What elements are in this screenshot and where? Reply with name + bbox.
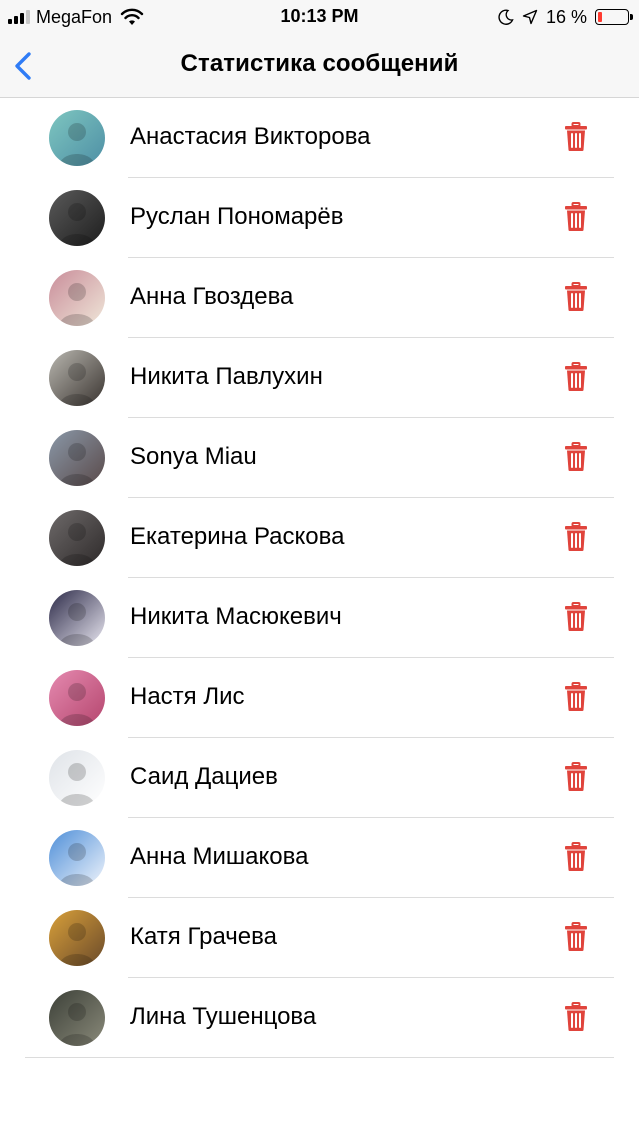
contact-name: Анна Мишакова	[130, 843, 309, 870]
trash-icon[interactable]	[564, 122, 588, 152]
trash-icon[interactable]	[564, 202, 588, 232]
contact-name: Руслан Пономарёв	[130, 203, 344, 230]
list-item[interactable]: Екатерина Раскова	[0, 498, 639, 578]
contact-list: Анастасия Викторова Руслан Пономарёв Анна …	[0, 98, 639, 1058]
contact-name: Никита Павлухин	[130, 363, 323, 390]
battery-icon	[595, 9, 633, 25]
row-divider	[25, 1057, 614, 1058]
trash-icon[interactable]	[564, 762, 588, 792]
list-item[interactable]: Лина Тушенцова	[0, 978, 639, 1058]
list-item[interactable]: Анна Гвоздева	[0, 258, 639, 338]
list-item[interactable]: Руслан Пономарёв	[0, 178, 639, 258]
avatar	[49, 590, 105, 646]
battery-level-fill	[598, 12, 602, 22]
moon-icon	[498, 9, 514, 25]
trash-icon[interactable]	[564, 602, 588, 632]
trash-icon[interactable]	[564, 282, 588, 312]
status-right: 16 %	[498, 6, 633, 28]
list-item[interactable]: Никита Масюкевич	[0, 578, 639, 658]
trash-icon[interactable]	[564, 1002, 588, 1032]
contact-name: Екатерина Раскова	[130, 523, 345, 550]
contact-name: Настя Лис	[130, 683, 245, 710]
list-item[interactable]: Саид Дациев	[0, 738, 639, 818]
list-item[interactable]: Анна Мишакова	[0, 818, 639, 898]
avatar	[49, 110, 105, 166]
contact-name: Никита Масюкевич	[130, 603, 342, 630]
location-arrow-icon	[522, 9, 538, 25]
avatar	[49, 830, 105, 886]
status-bar: MegaFon 10:13 PM 16 %	[0, 0, 639, 34]
trash-icon[interactable]	[564, 442, 588, 472]
list-item[interactable]: Sonya Miau	[0, 418, 639, 498]
list-item[interactable]: Никита Павлухин	[0, 338, 639, 418]
contact-name: Саид Дациев	[130, 763, 278, 790]
avatar	[49, 750, 105, 806]
avatar	[49, 190, 105, 246]
battery-percent: 16 %	[545, 6, 587, 27]
trash-icon[interactable]	[564, 362, 588, 392]
avatar	[49, 270, 105, 326]
contact-name: Лина Тушенцова	[130, 1003, 317, 1030]
contact-name: Катя Грачева	[130, 923, 277, 950]
trash-icon[interactable]	[564, 922, 588, 952]
list-item[interactable]: Катя Грачева	[0, 898, 639, 978]
avatar	[49, 670, 105, 726]
contact-name: Анна Гвоздева	[130, 283, 294, 310]
avatar	[49, 510, 105, 566]
list-item[interactable]: Анастасия Викторова	[0, 98, 639, 178]
contact-name: Sonya Miau	[130, 443, 257, 470]
trash-icon[interactable]	[564, 522, 588, 552]
contact-name: Анастасия Викторова	[130, 123, 371, 150]
trash-icon[interactable]	[564, 682, 588, 712]
avatar	[49, 990, 105, 1046]
list-item[interactable]: Настя Лис	[0, 658, 639, 738]
page-title: Статистика сообщений	[180, 50, 459, 77]
trash-icon[interactable]	[564, 842, 588, 872]
avatar	[49, 430, 105, 486]
avatar	[49, 910, 105, 966]
navigation-bar: Статистика сообщений	[0, 34, 639, 98]
avatar	[49, 350, 105, 406]
